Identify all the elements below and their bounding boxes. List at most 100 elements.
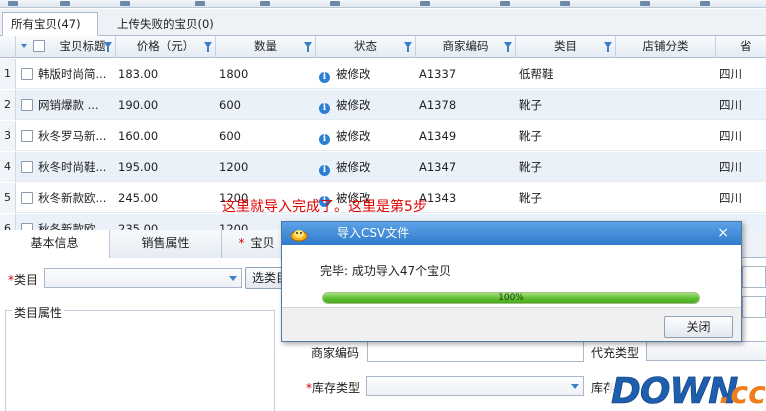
cell-merchant-code: A1337 [419,67,457,81]
right-field-partial[interactable] [742,296,766,318]
cell-province: 四川 [719,67,742,81]
filter-icon[interactable] [604,42,612,52]
stock-type-select[interactable] [366,376,584,396]
merchant-code-input[interactable] [367,340,584,362]
site-watermark-logo: DOWN .cc [605,362,766,411]
tab-basic-info[interactable]: 基本信息 [0,230,110,258]
cell-quantity: 1800 [219,67,249,81]
cell-province: 四川 [719,160,742,174]
dialog-body: 完毕: 成功导入47个宝贝 100% [282,245,741,308]
info-icon: i [319,165,330,176]
chevron-down-icon [229,276,237,281]
row-checkbox[interactable] [21,161,33,173]
row-checkbox[interactable] [21,130,33,142]
cell-title: 秋冬时尚鞋... [38,160,107,174]
main-tabs: 所有宝贝(47) 上传失败的宝贝(0) [0,9,766,36]
dialog-title: 导入CSV文件 [337,226,410,240]
row-number: 5 [0,183,16,213]
column-header-category[interactable]: 类目 [516,36,616,58]
cell-quantity: 1200 [219,222,249,230]
filter-icon[interactable] [104,42,112,52]
column-header-price[interactable]: 价格（元） [116,36,216,58]
row-number: 2 [0,90,16,120]
cell-merchant-code: A1347 [419,160,457,174]
cell-quantity: 600 [219,129,241,143]
cell-category: 低帮鞋 [519,67,554,81]
cell-category: 靴子 [519,129,542,143]
category-attributes-label: 类目属性 [12,304,65,321]
column-header-merchant-code[interactable]: 商家编码 [416,36,516,58]
cell-province: 四川 [719,98,742,112]
watermark-suffix: .cc [719,376,766,411]
cell-title: 秋冬新款欧... [38,222,107,230]
cell-quantity: 600 [219,98,241,112]
row-number: 1 [0,59,16,89]
right-field-partial[interactable] [742,266,766,288]
stock-type-label: *库存类型 [306,381,361,395]
cell-title: 秋冬新款欧... [38,191,107,205]
cell-merchant-code: A1349 [419,129,457,143]
cell-status: i 被修改 [319,90,371,120]
required-mark: * [238,236,245,250]
tab-all-items[interactable]: 所有宝贝(47) [2,12,98,36]
column-header-shop-category[interactable]: 店铺分类 [616,36,716,58]
tab-upload-failed[interactable]: 上传失败的宝贝(0) [108,12,228,36]
info-icon: i [319,72,330,83]
row-checkbox[interactable] [21,223,33,230]
cell-price: 183.00 [118,67,159,81]
cell-title: 网销爆款 ... [38,98,99,112]
cell-category: 靴子 [519,160,542,174]
proxy-type-label: 代充类型 [591,346,640,360]
taobao-helper-icon [290,230,308,242]
row-checkbox[interactable] [21,68,33,80]
filter-icon[interactable] [504,42,512,52]
sort-header[interactable] [16,36,34,58]
import-progress-bar: 100% [322,292,700,304]
cell-merchant-code: A1378 [419,98,457,112]
category-label: *类目 [8,273,39,287]
cell-price: 245.00 [118,191,159,205]
cell-status: i 被修改 [319,152,371,182]
column-header-quantity[interactable]: 数量 [216,36,316,58]
grid-header: 宝贝标题 价格（元） 数量 状态 商家编码 类目 店铺分类 省 [0,36,766,58]
table-row[interactable]: 1 韩版时尚简... 183.00 1800 i 被修改 A1337 低帮鞋 四川 [0,59,766,89]
column-header-status[interactable]: 状态 [316,36,416,58]
table-row[interactable]: 4 秋冬时尚鞋... 195.00 1200 i 被修改 A1347 靴子 四川 [0,152,766,182]
cell-price: 160.00 [118,129,159,143]
close-button[interactable]: 关闭 [664,316,733,338]
cell-title: 韩版时尚简... [38,67,107,81]
proxy-type-select[interactable] [646,341,766,361]
cell-title: 秋冬罗马新... [38,129,107,143]
import-status-message: 完毕: 成功导入47个宝贝 [320,264,452,278]
column-header-province[interactable]: 省 [716,36,766,58]
toolbar-strip [0,0,766,8]
row-checkbox[interactable] [21,192,33,204]
merchant-code-label: 商家编码 [311,346,360,360]
row-checkbox[interactable] [21,99,33,111]
row-number: 6 [0,214,16,230]
sort-arrow-icon [21,44,27,48]
column-header-title[interactable]: 宝贝标题 [33,36,116,58]
close-icon[interactable]: × [717,222,729,244]
row-number: 3 [0,121,16,151]
table-row[interactable]: 2 网销爆款 ... 190.00 600 i 被修改 A1378 靴子 四川 [0,90,766,120]
table-row[interactable]: 3 秋冬罗马新... 160.00 600 i 被修改 A1349 靴子 四川 [0,121,766,151]
cell-category: 靴子 [519,191,542,205]
tab-sales-attrs[interactable]: 销售属性 [110,230,222,258]
filter-icon[interactable] [204,42,212,52]
cell-province: 四川 [719,129,742,143]
cell-status: i 被修改 [319,121,371,151]
info-icon: i [319,134,330,145]
select-all-checkbox[interactable] [33,40,45,52]
dialog-titlebar[interactable]: 导入CSV文件 × [282,222,741,245]
chevron-down-icon [571,384,579,389]
cell-province: 四川 [719,191,742,205]
cell-price: 190.00 [118,98,159,112]
filter-icon[interactable] [304,42,312,52]
filter-icon[interactable] [404,42,412,52]
cell-price: 235.00 [118,222,159,230]
cell-quantity: 1200 [219,160,249,174]
cell-status: i 被修改 [319,59,371,89]
category-select[interactable] [44,268,242,288]
row-number-header [0,36,16,58]
